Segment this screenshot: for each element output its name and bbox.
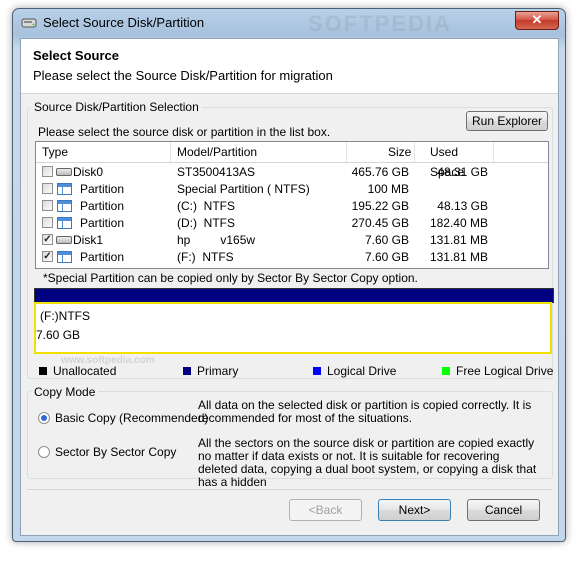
- selection-instruction: Please select the source disk or partiti…: [38, 125, 331, 139]
- list-row[interactable]: ✓ Partition (F:) NTFS 7.60 GB 131.81 MB: [36, 249, 548, 266]
- next-button[interactable]: Next>: [378, 499, 451, 521]
- copy-mode-label: Copy Mode: [31, 385, 99, 399]
- sector-copy-label[interactable]: Sector By Sector Copy: [55, 445, 176, 459]
- row-type: Disk0: [73, 165, 104, 179]
- row-type: Partition: [80, 199, 125, 213]
- row-size: 7.60 GB: [364, 233, 409, 247]
- sector-copy-description: All the sectors on the source disk or pa…: [198, 436, 537, 489]
- legend-label: Logical Drive: [327, 364, 397, 378]
- partition-icon: [57, 200, 72, 212]
- row-checkbox[interactable]: [42, 183, 53, 194]
- legend-item: Unallocated: [39, 364, 116, 378]
- footer-divider: [27, 489, 552, 490]
- partition-icon: [57, 183, 72, 195]
- legend-label: Unallocated: [53, 364, 117, 378]
- basic-copy-radio[interactable]: [38, 412, 50, 424]
- selected-partition-name: (F:)NTFS: [40, 309, 90, 323]
- special-partition-note: *Special Partition can be copied only by…: [43, 271, 418, 285]
- row-model: (D:) NTFS: [177, 216, 235, 230]
- row-type: Disk1: [73, 233, 104, 247]
- selection-group-label: Source Disk/Partition Selection: [31, 100, 202, 114]
- row-model: hp v165w: [177, 233, 256, 247]
- close-button[interactable]: ✕: [515, 11, 559, 30]
- disk-partition-list[interactable]: Type Model/Partition Size Used Space Dis…: [35, 141, 549, 269]
- column-header-type[interactable]: Type: [36, 142, 171, 162]
- column-header-size[interactable]: Size: [347, 142, 415, 162]
- row-type: Partition: [80, 250, 125, 264]
- selected-partition-info: (F:)NTFS 7.60 GB: [34, 302, 552, 354]
- window-title: Select Source Disk/Partition: [43, 15, 205, 30]
- row-used-space: [415, 181, 488, 198]
- row-type: Partition: [80, 182, 125, 196]
- page-header: Select Source Please select the Source D…: [21, 39, 558, 94]
- row-model: (F:) NTFS: [177, 250, 234, 264]
- row-model: Special Partition ( NTFS): [177, 182, 310, 196]
- row-size: 195.22 GB: [351, 199, 409, 213]
- legend-swatch: [313, 367, 321, 375]
- row-type: Partition: [80, 216, 125, 230]
- list-row[interactable]: Partition (C:) NTFS 195.22 GB 48.13 GB: [36, 198, 548, 215]
- row-used-space: 182.40 MB: [429, 216, 488, 230]
- row-size: 465.76 GB: [351, 165, 409, 179]
- partition-icon: [57, 217, 72, 229]
- selected-partition-size: 7.60 GB: [36, 328, 81, 342]
- list-header: Type Model/Partition Size Used Space: [36, 142, 548, 179]
- row-used-space: 131.81 MB: [429, 233, 488, 247]
- watermark: SOFTPEDIA: [308, 11, 452, 36]
- app-icon: [21, 18, 37, 28]
- disk-icon: [56, 236, 72, 244]
- title-bar[interactable]: Select Source Disk/Partition SOFTPEDIA ✕: [13, 9, 565, 37]
- legend-swatch: [442, 367, 450, 375]
- column-header-used[interactable]: Used Space: [415, 142, 494, 179]
- back-button[interactable]: <Back: [289, 499, 362, 521]
- page-subtitle: Please select the Source Disk/Partition …: [33, 68, 333, 83]
- legend-label: Free Logical Drive: [456, 364, 554, 378]
- row-used-space: 48.13 GB: [437, 199, 488, 213]
- list-row[interactable]: Partition (D:) NTFS 270.45 GB 182.40 MB: [36, 215, 548, 232]
- partition-icon: [57, 251, 72, 263]
- row-checkbox[interactable]: [42, 166, 53, 177]
- row-size: 7.60 GB: [364, 250, 409, 264]
- row-checkbox[interactable]: ✓: [42, 251, 53, 262]
- row-size: 100 MB: [367, 182, 409, 196]
- basic-copy-label[interactable]: Basic Copy (Recommended): [55, 411, 208, 425]
- row-checkbox[interactable]: ✓: [42, 234, 53, 245]
- row-size: 270.45 GB: [351, 216, 409, 230]
- row-checkbox[interactable]: [42, 217, 53, 228]
- legend-item: Free Logical Drive: [442, 364, 553, 378]
- disk-map-bar[interactable]: [34, 288, 554, 303]
- legend-swatch: [39, 367, 47, 375]
- cancel-button[interactable]: Cancel: [467, 499, 540, 521]
- column-header-model[interactable]: Model/Partition: [171, 142, 347, 162]
- legend-item: Logical Drive: [313, 364, 396, 378]
- run-explorer-button[interactable]: Run Explorer: [466, 111, 548, 131]
- dialog-window: Select Source Disk/Partition SOFTPEDIA ✕…: [12, 8, 566, 542]
- list-row[interactable]: Disk0 ST3500413AS 465.76 GB 48.31 GB: [36, 164, 548, 181]
- basic-copy-description: All data on the selected disk or partiti…: [198, 398, 532, 425]
- dialog-body: Select Source Please select the Source D…: [20, 38, 559, 536]
- row-used-space: 131.81 MB: [429, 250, 488, 264]
- list-row[interactable]: ✓ Disk1 hp v165w 7.60 GB 131.81 MB: [36, 232, 548, 249]
- row-model: (C:) NTFS: [177, 199, 235, 213]
- legend-label: Primary: [197, 364, 239, 378]
- row-used-space: 48.31 GB: [437, 165, 488, 179]
- sector-copy-radio[interactable]: [38, 446, 50, 458]
- row-checkbox[interactable]: [42, 200, 53, 211]
- legend-item: Primary: [183, 364, 238, 378]
- list-row[interactable]: Partition Special Partition ( NTFS) 100 MB: [36, 181, 548, 198]
- row-model: ST3500413AS: [177, 165, 256, 179]
- disk-icon: [56, 168, 72, 176]
- page-title: Select Source: [33, 48, 119, 63]
- legend-swatch: [183, 367, 191, 375]
